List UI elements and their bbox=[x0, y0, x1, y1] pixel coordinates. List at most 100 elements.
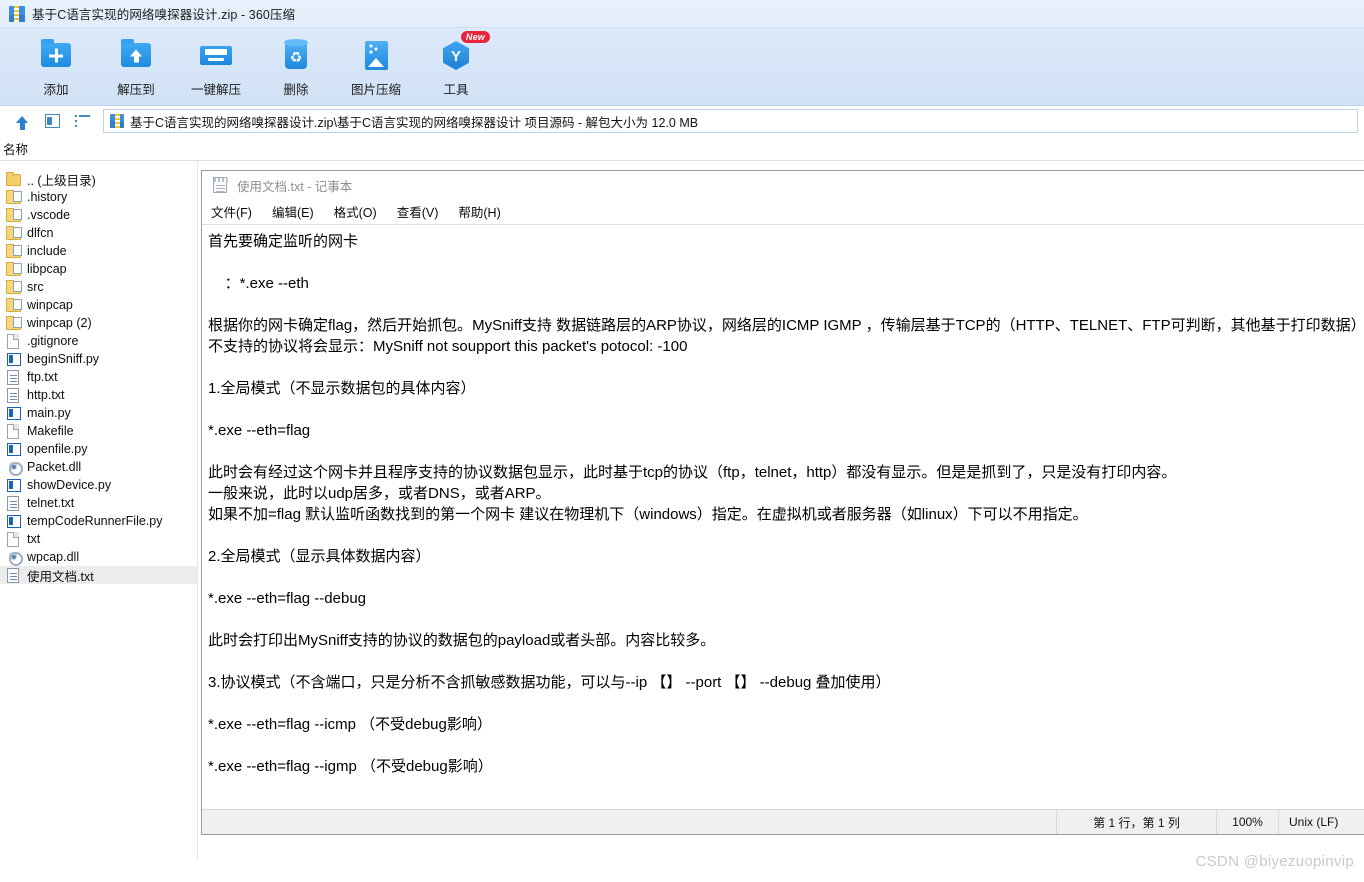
file-list-item[interactable]: dlfcn bbox=[0, 224, 197, 242]
extract-to-button[interactable]: 解压到 bbox=[96, 32, 176, 102]
file-list-item-label: http.txt bbox=[27, 388, 65, 402]
file-list-item[interactable]: Makefile bbox=[0, 422, 197, 440]
preview-pane-icon[interactable] bbox=[41, 110, 63, 132]
file-list-item[interactable]: Packet.dll bbox=[0, 458, 197, 476]
notepad-text-line bbox=[208, 294, 1364, 315]
one-click-extract-button[interactable]: 一键解压 bbox=[176, 32, 256, 102]
notepad-text-line bbox=[208, 525, 1364, 546]
notepad-text-line: 2.全局模式（显示具体数据内容） bbox=[208, 548, 431, 565]
file-icon bbox=[6, 423, 22, 439]
file-list-item[interactable]: 使用文档.txt bbox=[0, 566, 197, 584]
path-input[interactable]: 基于C语言实现的网络嗅探器设计.zip\基于C语言实现的网络嗅探器设计 项目源码… bbox=[103, 109, 1358, 133]
one-click-extract-button-label: 一键解压 bbox=[190, 83, 241, 97]
tools-button-label: 工具 bbox=[443, 83, 469, 97]
file-list-item[interactable]: .. (上级目录) bbox=[0, 170, 197, 188]
notepad-text-line bbox=[208, 693, 1364, 714]
file-list-item[interactable]: tempCodeRunnerFile.py bbox=[0, 512, 197, 530]
notepad-text-line bbox=[208, 567, 1364, 588]
file-icon bbox=[6, 531, 22, 547]
column-header-name: 名称 bbox=[3, 143, 29, 157]
notepad-title: 使用文档.txt - 记事本 bbox=[237, 179, 353, 194]
notepad-text-line: 根据你的网卡确定flag，然后开始抓包。MySniff支持 数据链路层的ARP协… bbox=[208, 317, 1364, 334]
folder-doc-icon bbox=[6, 189, 22, 205]
extract-to-button-label: 解压到 bbox=[117, 83, 155, 97]
file-list-item[interactable]: .gitignore bbox=[0, 332, 197, 350]
file-list-item[interactable]: openfile.py bbox=[0, 440, 197, 458]
menu-view[interactable]: 查看(V) bbox=[397, 202, 439, 221]
add-button[interactable]: 添加 bbox=[16, 32, 96, 102]
delete-button[interactable]: ♻ 删除 bbox=[256, 32, 336, 102]
file-list-item[interactable]: winpcap bbox=[0, 296, 197, 314]
one-click-extract-icon bbox=[199, 38, 233, 72]
file-list-item-label: 使用文档.txt bbox=[27, 569, 94, 584]
file-list-item[interactable]: beginSniff.py bbox=[0, 350, 197, 368]
file-list-item[interactable]: telnet.txt bbox=[0, 494, 197, 512]
zip-archive-icon bbox=[9, 5, 25, 22]
notepad-text-line: 1.全局模式（不显示数据包的具体内容） bbox=[208, 380, 476, 397]
file-list-item-label: .vscode bbox=[27, 208, 71, 222]
notepad-text-line bbox=[208, 609, 1364, 630]
trash-icon: ♻ bbox=[279, 38, 313, 72]
column-header-row: 名称 bbox=[0, 137, 1364, 161]
file-list[interactable]: .. (上级目录) .history .vscode dlfcn include libp… bbox=[0, 161, 198, 861]
image-compress-button-label: 图片压缩 bbox=[350, 83, 401, 97]
title-bar: 基于C语言实现的网络嗅探器设计.zip - 360压缩 bbox=[0, 0, 1364, 28]
folder-doc-icon bbox=[6, 315, 22, 331]
dll-file-icon bbox=[6, 549, 23, 566]
file-list-item-label: include bbox=[27, 244, 67, 258]
list-view-icon[interactable] bbox=[71, 110, 93, 132]
text-file-icon bbox=[6, 369, 22, 385]
notepad-text-line bbox=[208, 735, 1364, 756]
path-text: 基于C语言实现的网络嗅探器设计.zip\基于C语言实现的网络嗅探器设计 项目源码… bbox=[130, 115, 699, 130]
folder-extract-icon bbox=[119, 38, 153, 72]
file-list-item[interactable]: winpcap (2) bbox=[0, 314, 197, 332]
folder-icon bbox=[6, 171, 22, 187]
notepad-text-line bbox=[208, 357, 1364, 378]
notepad-text-line: *.exe --eth=flag --icmp （不受debug影响） bbox=[208, 716, 492, 733]
notepad-text-line: 首先要确定监听的网卡 bbox=[208, 233, 359, 250]
python-file-icon bbox=[6, 405, 22, 421]
notepad-text-line: 如果不加=flag 默认监听函数找到的第一个网卡 建议在物理机下（windows… bbox=[208, 506, 1088, 523]
file-list-item-label: src bbox=[27, 280, 44, 294]
folder-doc-icon bbox=[6, 297, 22, 313]
tools-hexagon-icon: Y bbox=[439, 38, 473, 72]
notepad-text-line: *.exe --eth=flag bbox=[208, 422, 311, 439]
file-list-item-label: libpcap bbox=[27, 262, 67, 276]
file-list-item[interactable]: src bbox=[0, 278, 197, 296]
file-list-item[interactable]: wpcap.dll bbox=[0, 548, 197, 566]
file-list-item-label: ftp.txt bbox=[27, 370, 58, 384]
file-list-item-label: .. (上级目录) bbox=[27, 173, 96, 188]
file-list-item-label: beginSniff.py bbox=[27, 352, 100, 366]
csdn-watermark: CSDN @biyezuopinvip bbox=[1195, 853, 1354, 870]
arrow-up-icon[interactable] bbox=[11, 110, 33, 132]
menu-format[interactable]: 格式(O) bbox=[334, 202, 377, 221]
file-list-item-label: dlfcn bbox=[27, 226, 54, 240]
file-list-item-label: Packet.dll bbox=[27, 460, 82, 474]
tools-button[interactable]: New Y 工具 bbox=[416, 31, 496, 102]
delete-button-label: 删除 bbox=[283, 83, 309, 97]
file-list-item[interactable]: ftp.txt bbox=[0, 368, 197, 386]
image-compress-button[interactable]: 图片压缩 bbox=[336, 32, 416, 102]
notepad-text-line: 此时会打印出MySniff支持的协议的数据包的payload或者头部。内容比较多… bbox=[208, 632, 716, 649]
notepad-text-line: 此时会有经过这个网卡并且程序支持的协议数据包显示，此时基于tcp的协议（ftp，… bbox=[208, 464, 1177, 481]
text-file-icon bbox=[6, 567, 22, 583]
file-list-item[interactable]: showDevice.py bbox=[0, 476, 197, 494]
file-list-item[interactable]: http.txt bbox=[0, 386, 197, 404]
python-file-icon bbox=[6, 441, 22, 457]
file-list-item[interactable]: include bbox=[0, 242, 197, 260]
menu-edit[interactable]: 编辑(E) bbox=[272, 202, 314, 221]
file-list-item[interactable]: .vscode bbox=[0, 206, 197, 224]
file-list-item[interactable]: txt bbox=[0, 530, 197, 548]
zip-application-window: 基于C语言实现的网络嗅探器设计.zip - 360压缩 添加 解压到 一键解压 … bbox=[0, 0, 1364, 882]
file-list-item[interactable]: .history bbox=[0, 188, 197, 206]
zip-archive-icon-small bbox=[110, 114, 124, 128]
folder-doc-icon bbox=[6, 207, 22, 223]
notepad-text-area[interactable]: 首先要确定监听的网卡 ：*.exe --eth 根据你的网卡确定flag，然后开始… bbox=[202, 225, 1364, 809]
menu-file[interactable]: 文件(F) bbox=[211, 202, 252, 221]
file-list-item[interactable]: main.py bbox=[0, 404, 197, 422]
notepad-icon bbox=[212, 176, 229, 194]
window-title: 基于C语言实现的网络嗅探器设计.zip - 360压缩 bbox=[32, 8, 296, 22]
menu-help[interactable]: 帮助(H) bbox=[458, 202, 500, 221]
file-list-item[interactable]: libpcap bbox=[0, 260, 197, 278]
dll-file-icon bbox=[6, 459, 23, 476]
